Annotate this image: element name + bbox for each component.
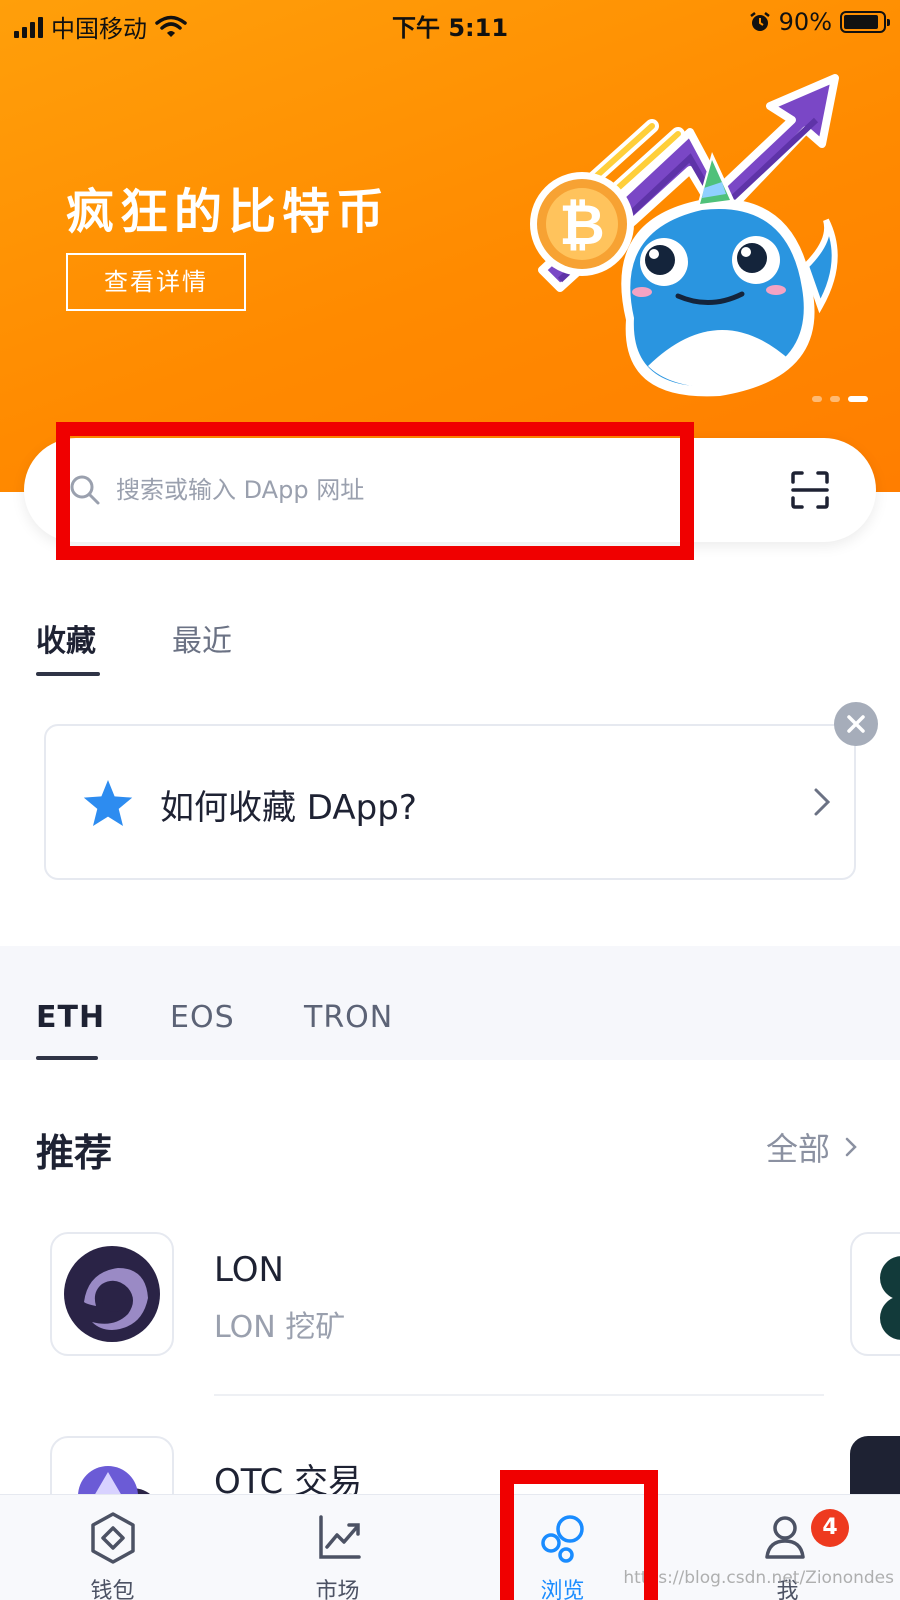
view-details-button[interactable]: 查看详情 [66,253,246,311]
bottom-nav: 钱包 市场 浏览 4 我 https://blog.csdn.net/Ziono… [0,1494,900,1600]
tab-eth-underline [36,1056,98,1060]
carousel-dot[interactable] [812,396,822,402]
profile-icon [765,1516,805,1559]
carousel-dot[interactable] [848,396,868,402]
battery-icon [840,11,890,33]
how-to-favorite-card[interactable]: 如何收藏 DApp? [44,724,856,880]
search-icon [70,475,100,505]
nav-market[interactable]: 市场 [225,1495,450,1600]
nav-wallet[interactable]: 钱包 [0,1495,225,1600]
banner-title: 疯狂的比特币 [66,184,391,240]
chevron-right-icon [814,788,831,816]
carousel-indicator[interactable] [812,396,868,402]
carousel-dot[interactable] [830,396,840,402]
wallet-icon [91,1512,135,1564]
nav-wallet-label: 钱包 [90,1579,135,1600]
tab-eth[interactable]: ETH [36,1000,105,1035]
tip-text: 如何收藏 DApp? [160,788,417,828]
app-subtitle: LON 挖矿 [214,1310,346,1345]
battery-percent: 90% [778,8,832,36]
tab-eos[interactable]: EOS [170,1000,235,1035]
promo-banner[interactable]: 中国移动 下午 5:11 90% 疯狂的比特币 查看详情 ₿ [0,0,900,492]
tab-favorites-underline [36,672,100,676]
browse-bubbles-icon [541,1515,584,1563]
tab-favorites[interactable]: 收藏 [36,616,96,660]
chain-tabs: ETH EOS TRON [0,946,900,1060]
alarm-clock-icon [749,12,770,31]
see-all-label: 全部 [766,1130,831,1168]
status-right: 90% [749,8,890,36]
recommended-title: 推荐 [36,1131,113,1175]
svg-text:₿: ₿ [559,193,605,258]
dapp-search-input[interactable] [116,468,636,512]
tab-recent[interactable]: 最近 [172,616,232,660]
notification-badge: 4 [811,1509,849,1547]
status-bar: 中国移动 下午 5:11 90% [0,0,900,48]
market-chart-icon [319,1515,361,1559]
watermark: https://blog.csdn.net/Zionondes [623,1568,894,1588]
see-all-link[interactable]: 全部 [766,1124,858,1170]
chevron-right-icon [845,1137,857,1157]
star-icon [83,780,133,826]
close-icon [847,715,865,733]
battery-fill [844,15,879,29]
row-divider [214,1394,824,1396]
nav-market-label: 市场 [315,1579,360,1600]
tab-tron[interactable]: TRON [304,1000,393,1035]
next-column-card[interactable] [850,1232,900,1356]
scan-qr-icon[interactable] [790,470,830,510]
close-tip-button[interactable] [834,702,878,746]
search-bar[interactable] [24,438,876,542]
lon-logo-icon [50,1232,174,1356]
bitcoin-mascot-illustration: ₿ [530,74,839,397]
app-name: LON [214,1250,284,1290]
